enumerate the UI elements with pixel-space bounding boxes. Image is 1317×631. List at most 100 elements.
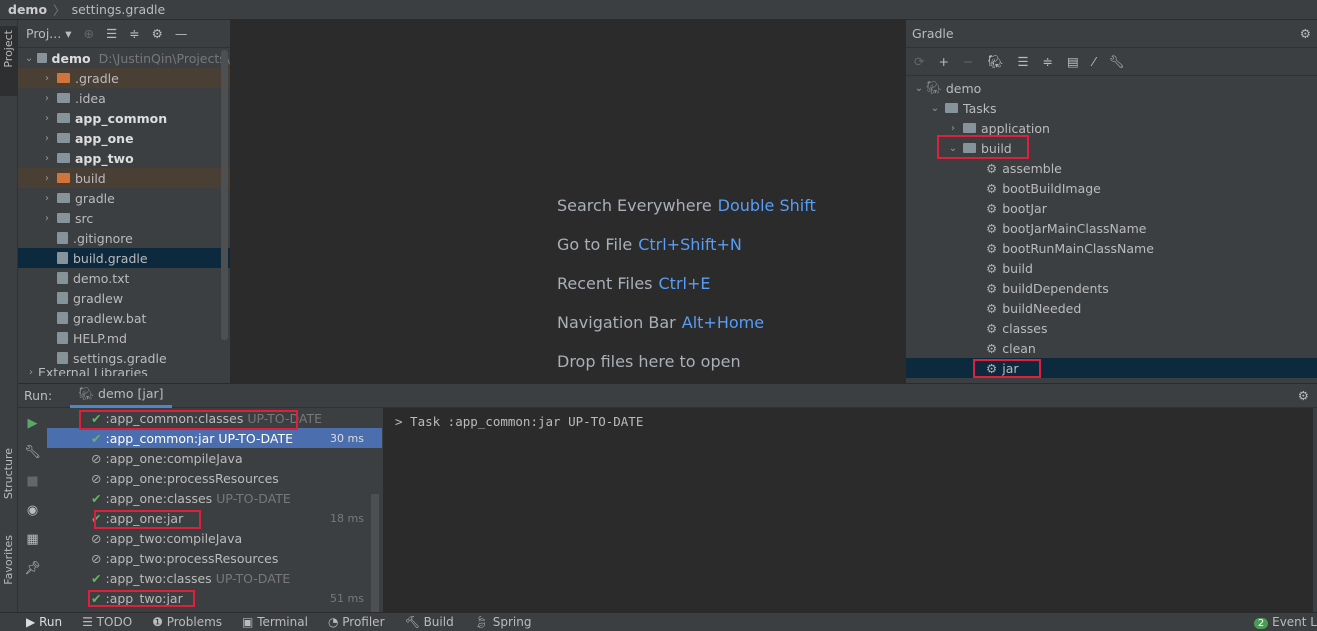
tool-window-terminal[interactable]: ▣ Terminal <box>242 615 308 629</box>
chevron-right-icon[interactable]: › <box>40 173 54 184</box>
tree-item[interactable]: › app_two <box>18 148 230 168</box>
gear-icon[interactable]: ⚙ <box>1298 388 1309 403</box>
task-time: 51 ms <box>330 591 364 605</box>
wrench-icon[interactable]: 🔧︎ <box>1109 54 1125 70</box>
tree-root[interactable]: ⌄ demo D:\JustinQin\Projects\ <box>18 48 230 68</box>
breadcrumb-project[interactable]: demo <box>8 2 47 17</box>
scrollbar[interactable] <box>371 494 379 613</box>
favorites-tab[interactable]: Favorites <box>2 535 15 585</box>
scrollbar[interactable] <box>221 50 228 340</box>
highlight-box <box>973 359 1041 378</box>
tool-window-todo[interactable]: ☰ TODO <box>82 615 132 629</box>
tool-icon: ☰ <box>82 615 93 629</box>
wrench-icon[interactable]: 🔧︎ <box>24 445 41 460</box>
run-tab[interactable]: 🐘︎ demo [jar] <box>70 383 172 408</box>
left-tool-strip: Project Structure Favorites <box>0 20 18 612</box>
layout-icon[interactable]: ▦ <box>26 532 38 547</box>
collapse-all-icon[interactable]: ≑ <box>129 26 139 41</box>
run-task-row[interactable]: ✔:app_two:classes UP-TO-DATE <box>47 568 382 588</box>
chevron-right-icon[interactable]: › <box>40 133 54 144</box>
file-icon <box>57 232 68 244</box>
gradle-tasks[interactable]: ⌄ Tasks <box>906 98 1317 118</box>
project-view-selector[interactable]: Proj... ▾ <box>26 26 71 41</box>
breadcrumb-file[interactable]: settings.gradle <box>72 2 166 17</box>
elephant-icon: 🐘︎ <box>926 80 942 95</box>
remove-icon[interactable]: − <box>963 54 973 69</box>
collapse-all-icon[interactable]: ≑ <box>1043 54 1053 69</box>
tree-item[interactable]: gradlew.bat <box>18 308 230 328</box>
chevron-right-icon[interactable]: › <box>40 73 54 84</box>
eye-icon[interactable]: ◉ <box>27 503 38 518</box>
task-name: :app_two:classes <box>105 570 212 586</box>
pin-icon[interactable]: 📌︎ <box>24 561 41 576</box>
chevron-right-icon[interactable]: › <box>40 213 54 224</box>
gradle-task[interactable]: ⚙ buildNeeded <box>906 298 1317 318</box>
hide-icon[interactable]: — <box>175 26 188 41</box>
chevron-right-icon[interactable]: › <box>40 153 54 164</box>
event-log[interactable]: 2 Event L <box>1253 615 1317 629</box>
locate-icon[interactable]: ⊕ <box>83 26 93 41</box>
file-icon <box>57 292 68 304</box>
chevron-right-icon[interactable]: › <box>40 93 54 104</box>
tool-window-spring[interactable]: 🍃︎ Spring <box>474 615 532 629</box>
gradle-task[interactable]: ⚙ build <box>906 258 1317 278</box>
gradle-icon <box>57 352 68 364</box>
tree-item[interactable]: › app_one <box>18 128 230 148</box>
tool-icon: 🔨︎ <box>404 615 420 629</box>
tree-item[interactable]: gradlew <box>18 288 230 308</box>
tool-window-run[interactable]: ▶ Run <box>26 615 62 629</box>
expand-all-icon[interactable]: ☰ <box>1017 54 1028 69</box>
run-task-row[interactable]: ⊘:app_one:compileJava <box>47 448 382 468</box>
run-task-row[interactable]: ✔:app_common:jar UP-TO-DATE 30 ms <box>47 428 382 448</box>
tree-item[interactable]: › .gradle <box>18 68 230 88</box>
tree-item[interactable]: settings.gradle <box>18 348 230 368</box>
tree-item[interactable]: › gradle <box>18 188 230 208</box>
gradle-task[interactable]: ⚙ buildDependents <box>906 278 1317 298</box>
tool-window-build[interactable]: 🔨︎ Build <box>405 615 454 629</box>
chevron-right-icon[interactable]: › <box>40 193 54 204</box>
tree-item[interactable]: › app_common <box>18 108 230 128</box>
project-tool-tab[interactable]: Project <box>0 26 18 96</box>
tree-item[interactable]: › build <box>18 168 230 188</box>
external-libraries[interactable]: › External Libraries <box>18 368 230 376</box>
gear-icon[interactable]: ⚙ <box>1300 26 1311 41</box>
execute-task-icon[interactable]: 🐘︎ <box>987 54 1003 70</box>
toggle-offline-icon[interactable]: ⁄ <box>1093 54 1095 69</box>
gradle-task[interactable]: ⚙ classes <box>906 318 1317 338</box>
gradle-task[interactable]: ⚙ bootJarMainClassName <box>906 218 1317 238</box>
expand-all-icon[interactable]: ☰ <box>106 26 117 41</box>
tree-item[interactable]: demo.txt <box>18 268 230 288</box>
chevron-down-icon[interactable]: ⌄ <box>24 53 34 64</box>
tree-item[interactable]: .gitignore <box>18 228 230 248</box>
tool-window-profiler[interactable]: ◔ Profiler <box>328 615 385 629</box>
rerun-icon[interactable]: ▶ <box>28 416 38 431</box>
gradle-task[interactable]: ⚙ bootRunMainClassName <box>906 238 1317 258</box>
refresh-icon[interactable]: ⟳ <box>914 54 924 69</box>
run-task-row[interactable]: ⊘:app_two:compileJava <box>47 528 382 548</box>
tree-item[interactable]: build.gradle <box>18 248 230 268</box>
tree-item-label: HELP.md <box>73 330 127 346</box>
chevron-right-icon[interactable]: › <box>40 113 54 124</box>
gradle-task[interactable]: ⚙ assemble <box>906 158 1317 178</box>
gradle-task[interactable]: ⚙ clean <box>906 338 1317 358</box>
gear-icon[interactable]: ⚙ <box>152 26 163 41</box>
tool-window-problems[interactable]: ❶ Problems <box>152 615 222 629</box>
run-task-row[interactable]: ✔:app_one:classes UP-TO-DATE <box>47 488 382 508</box>
highlight-box <box>94 510 201 529</box>
structure-tab[interactable]: Structure <box>2 448 15 499</box>
add-icon[interactable]: + <box>938 54 948 69</box>
gradle-task[interactable]: ⚙ bootJar <box>906 198 1317 218</box>
run-task-row[interactable]: ⊘:app_two:processResources <box>47 548 382 568</box>
gear-icon: ⚙ <box>986 220 998 236</box>
tree-item[interactable]: › src <box>18 208 230 228</box>
group-modules-icon[interactable]: ▤ <box>1067 54 1079 69</box>
tasks-label: Tasks <box>963 100 997 116</box>
tree-item[interactable]: › .idea <box>18 88 230 108</box>
gradle-task[interactable]: ⚙ bootBuildImage <box>906 178 1317 198</box>
gradle-task[interactable]: ⚙ jar <box>906 358 1317 378</box>
stop-icon[interactable]: ■ <box>26 474 38 489</box>
gradle-root[interactable]: ⌄ 🐘︎ demo <box>906 78 1317 98</box>
shortcut: Ctrl+E <box>658 274 711 293</box>
tree-item[interactable]: HELP.md <box>18 328 230 348</box>
run-task-row[interactable]: ⊘:app_one:processResources <box>47 468 382 488</box>
